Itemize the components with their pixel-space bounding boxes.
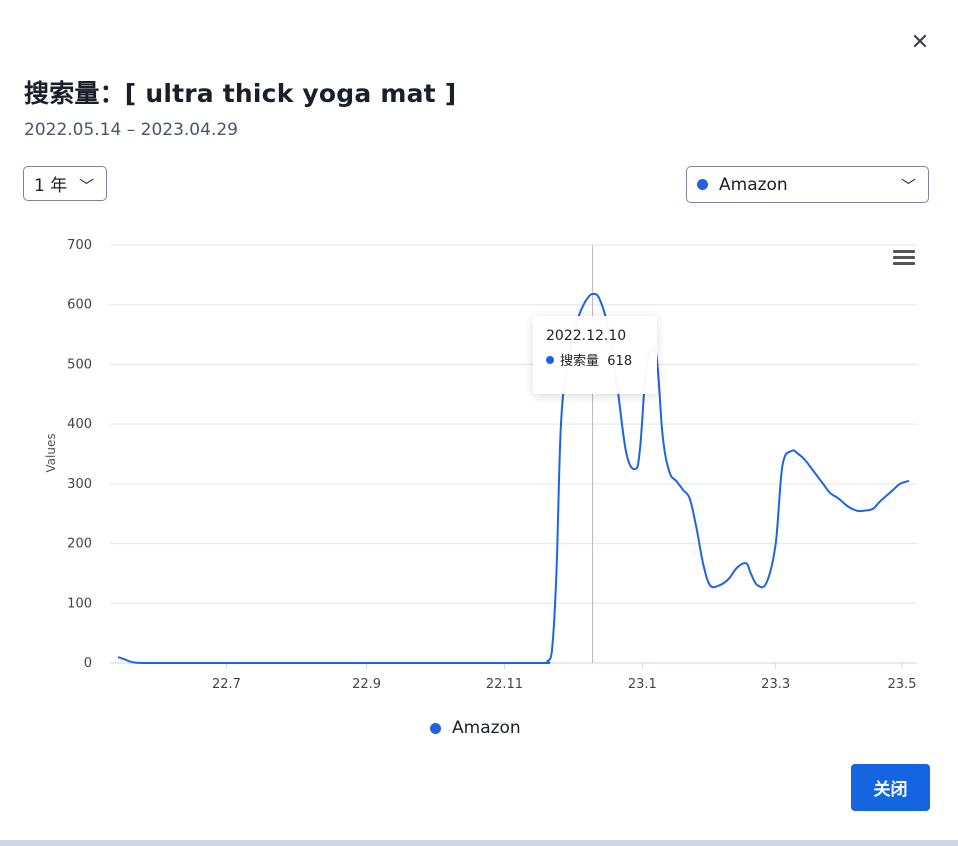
data-point — [871, 507, 875, 511]
y-tick-label: 700 — [67, 238, 92, 253]
y-tick-label: 500 — [67, 357, 92, 372]
data-point — [898, 482, 902, 486]
data-point — [744, 561, 748, 565]
data-point — [837, 497, 841, 501]
data-point — [545, 659, 549, 663]
tooltip-date: 2022.12.10 — [546, 328, 627, 344]
y-axis-label: Values — [44, 433, 58, 472]
data-point — [701, 563, 705, 567]
data-point — [496, 661, 500, 665]
data-point — [717, 583, 721, 587]
data-point — [726, 577, 730, 581]
dialog-title: 搜索量：[ ultra thick yoga mat ] — [24, 79, 457, 108]
legend-dot — [430, 722, 441, 734]
data-point — [790, 449, 794, 453]
y-tick-label: 100 — [67, 596, 92, 611]
data-point — [774, 542, 778, 546]
data-point — [148, 661, 152, 665]
tooltip-series-dot — [546, 356, 554, 364]
data-point — [803, 458, 807, 462]
data-point — [681, 488, 685, 492]
data-point — [559, 422, 563, 426]
data-point — [116, 655, 120, 659]
chart-tooltip: 2022.12.10 搜索量 618 — [533, 316, 657, 394]
data-point — [756, 583, 760, 587]
chart-grid — [110, 244, 917, 604]
data-point — [123, 657, 127, 661]
line-chart: 0 100 200 300 400 500 600 700 22.7 22.9 22.11 23.1… — [44, 238, 917, 692]
chart-menu-icon[interactable] — [893, 250, 915, 268]
series-points — [116, 292, 911, 665]
x-axis-ticks: 22.7 22.9 22.11 23.1 23.3 23.5 — [212, 663, 916, 692]
y-tick-label: 300 — [67, 477, 92, 492]
data-point — [591, 292, 595, 296]
close-button[interactable]: 关闭 — [851, 764, 930, 811]
data-point — [765, 580, 769, 584]
data-point — [862, 509, 866, 513]
data-point — [625, 452, 629, 456]
time-range-value: 1 年 — [34, 176, 68, 196]
x-tick-label: 23.5 — [888, 677, 917, 692]
data-point — [821, 482, 825, 486]
data-point — [586, 296, 590, 300]
data-point — [855, 509, 859, 513]
x-tick-label: 22.9 — [352, 677, 381, 692]
data-point — [132, 660, 136, 664]
data-point — [667, 470, 671, 474]
y-tick-label: 400 — [67, 417, 92, 432]
source-select[interactable]: Amazon ﹀ — [686, 166, 929, 203]
chevron-down-icon: ﹀ — [78, 177, 94, 195]
tooltip-row: 搜索量 618 — [546, 350, 657, 369]
bottom-divider — [0, 840, 958, 846]
data-point — [634, 467, 638, 471]
legend-label: Amazon — [452, 718, 521, 738]
series-color-dot — [697, 179, 708, 190]
y-tick-label: 0 — [84, 656, 92, 671]
close-icon[interactable]: ✕ — [907, 30, 933, 56]
x-tick-label: 23.3 — [761, 677, 790, 692]
data-point — [780, 464, 784, 468]
data-point — [211, 661, 215, 665]
data-point — [353, 661, 357, 665]
data-point — [661, 434, 665, 438]
data-point — [812, 470, 816, 474]
data-point — [884, 494, 888, 498]
data-point — [708, 583, 712, 587]
tooltip-value: 618 — [607, 354, 633, 369]
y-tick-label: 600 — [67, 298, 92, 313]
data-point — [749, 571, 753, 575]
y-axis-ticks: 0 100 200 300 400 500 600 700 — [67, 238, 92, 671]
date-range: 2022.05.14 – 2023.04.29 — [24, 120, 238, 140]
data-point — [674, 479, 678, 483]
series-line-amazon — [117, 292, 910, 665]
y-tick-label: 200 — [67, 537, 92, 552]
data-point — [735, 566, 739, 570]
x-tick-label: 23.1 — [628, 677, 657, 692]
data-point — [550, 649, 554, 653]
tooltip-series-label: 搜索量 — [560, 354, 600, 369]
data-point — [597, 297, 601, 301]
data-point — [796, 452, 800, 456]
x-tick-label: 22.11 — [486, 677, 523, 692]
data-point — [554, 571, 558, 575]
data-point — [907, 479, 911, 483]
data-point — [891, 488, 895, 492]
source-value: Amazon — [719, 174, 788, 195]
x-tick-label: 22.7 — [212, 677, 241, 692]
data-point — [878, 500, 882, 504]
data-point — [695, 527, 699, 531]
legend-item-amazon[interactable]: Amazon — [430, 718, 521, 738]
data-point — [846, 505, 850, 509]
time-range-select[interactable]: 1 年 ﹀ — [23, 166, 107, 201]
data-point — [688, 497, 692, 501]
data-point — [828, 491, 832, 495]
data-point — [638, 446, 642, 450]
chevron-down-icon: ﹀ — [900, 177, 916, 195]
data-point — [582, 303, 586, 307]
